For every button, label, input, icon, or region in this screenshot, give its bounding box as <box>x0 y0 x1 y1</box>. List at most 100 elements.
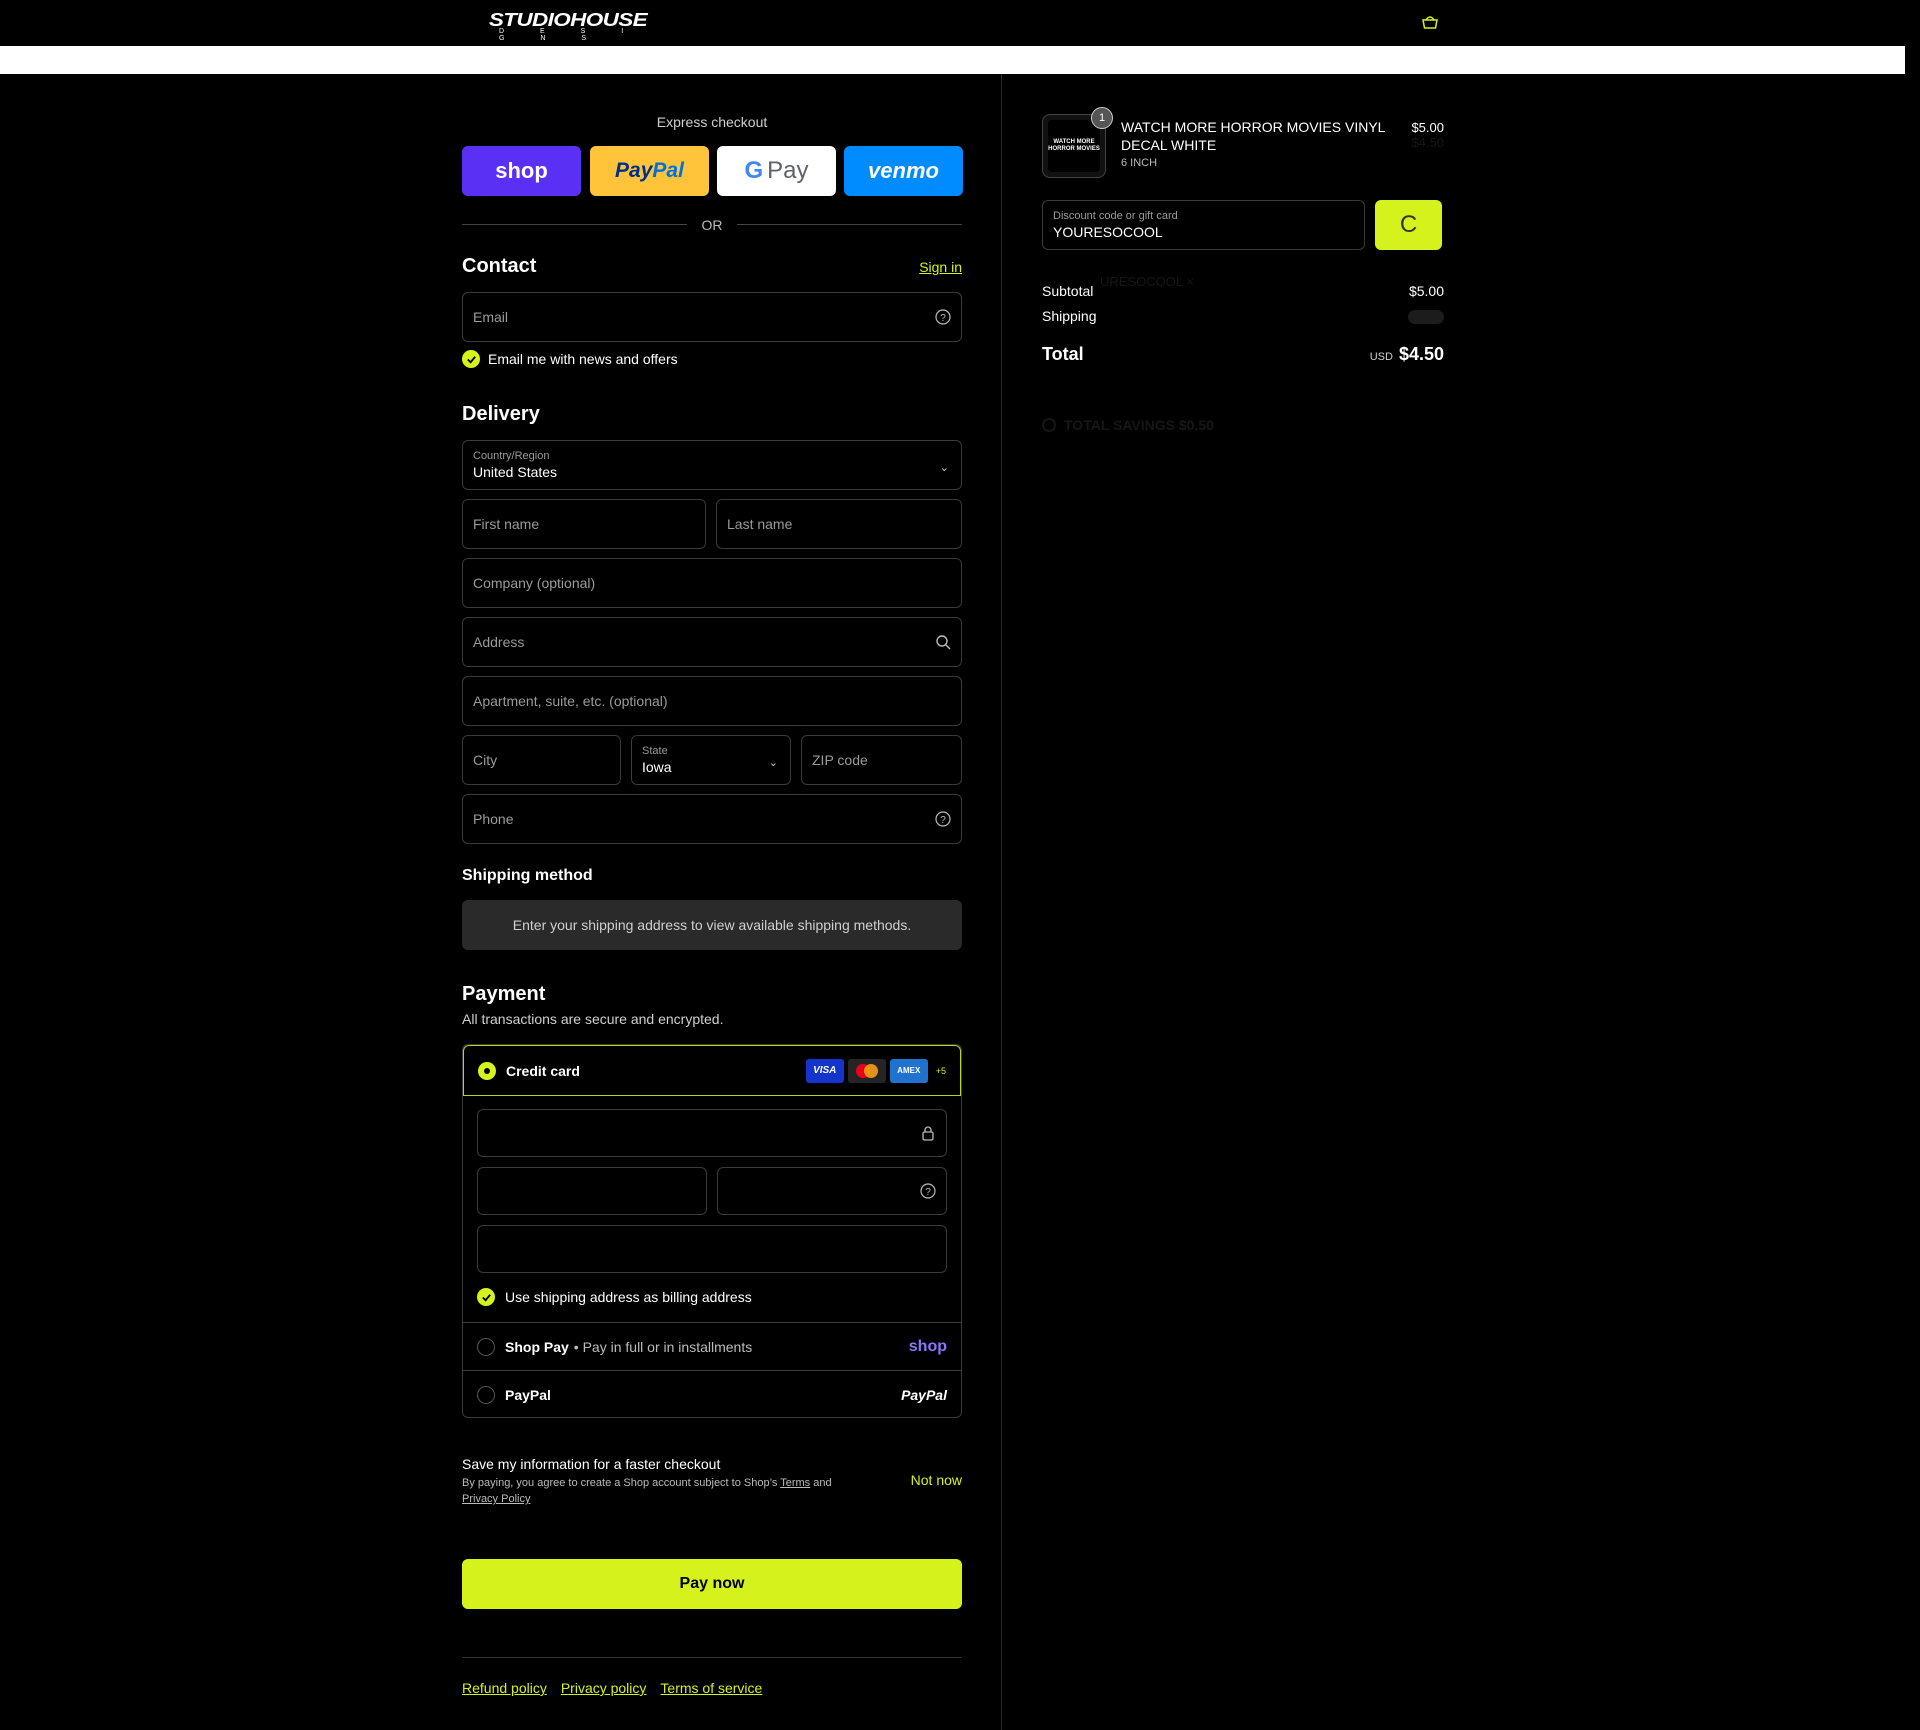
product-name: WATCH MORE HORROR MOVIES VINYL DECAL WHI… <box>1121 119 1385 153</box>
zip-field[interactable]: ZIP code <box>801 735 962 785</box>
help-icon[interactable]: ? <box>935 309 951 325</box>
payment-heading: Payment <box>462 983 546 1005</box>
email-field[interactable]: Email ? <box>462 292 962 342</box>
credit-card-radio[interactable] <box>478 1061 496 1080</box>
save-info-and: and <box>813 1477 832 1489</box>
phone-placeholder: Phone <box>473 811 514 827</box>
total-value: $4.50 <box>1398 344 1444 364</box>
cart-icon[interactable] <box>1420 14 1440 30</box>
city-field[interactable]: City <box>462 735 621 785</box>
brand-wordmark: STUDIOHOUSE <box>488 10 648 30</box>
savings-tag-icon <box>1042 418 1056 432</box>
svg-text:?: ? <box>940 313 946 324</box>
google-pay-express-button[interactable]: G Pay <box>717 146 836 196</box>
news-checkbox-row[interactable]: Email me with news and offers <box>462 350 678 368</box>
company-field[interactable]: Company (optional) <box>462 558 962 608</box>
credit-card-label: Credit card <box>506 1062 580 1079</box>
or-divider: OR <box>462 214 962 234</box>
search-icon <box>936 635 951 650</box>
billing-checkbox-row[interactable]: Use shipping address as billing address <box>477 1288 752 1306</box>
express-checkout-title: Express checkout <box>656 114 768 130</box>
shipping-placeholder <box>1408 310 1444 324</box>
save-info-title: Save my information for a faster checkou… <box>462 1456 721 1472</box>
email-placeholder: Email <box>473 309 509 325</box>
last-name-field[interactable]: Last name <box>716 499 962 549</box>
svg-text:?: ? <box>925 1187 931 1198</box>
country-label: Country/Region <box>473 450 550 462</box>
shop-pay-option[interactable]: Shop Pay • Pay in full or in installment… <box>463 1322 961 1370</box>
footer-links: Refund policy Privacy policy Terms of se… <box>462 1680 762 1696</box>
total-label: Total <box>1042 344 1084 364</box>
subtotal-label: Subtotal <box>1042 283 1094 299</box>
sign-in-link[interactable]: Sign in <box>919 259 962 275</box>
shop-pay-label: shop <box>495 158 548 183</box>
top-header: STUDIOHOUSE D E S I G N S <box>0 0 1920 46</box>
shop-terms-link[interactable]: Terms <box>780 1477 810 1489</box>
country-select[interactable]: Country/Region United States ⌄ <box>462 440 962 490</box>
column-divider <box>1001 74 1002 1730</box>
card-number-field[interactable] <box>477 1109 947 1157</box>
paypal-radio[interactable] <box>477 1385 495 1404</box>
brand-logo[interactable]: STUDIOHOUSE D E S I G N S <box>463 10 673 42</box>
shipping-method-message: Enter your shipping address to view avai… <box>462 900 962 950</box>
delivery-heading: Delivery <box>462 403 540 425</box>
google-pay-label: Pay <box>767 157 809 184</box>
phone-field[interactable]: Phone ? <box>462 794 962 844</box>
contact-heading: Contact <box>462 255 537 277</box>
chevron-down-icon: ⌄ <box>768 757 778 769</box>
news-checkbox[interactable] <box>462 350 480 368</box>
discount-code-value: YOURESOCOOL <box>1053 224 1163 240</box>
shop-privacy-link[interactable]: Privacy Policy <box>462 1493 530 1505</box>
terms-of-service-link[interactable]: Terms of service <box>660 1680 762 1696</box>
card-expiry-field[interactable] <box>477 1167 707 1215</box>
paypal-label-b: Pal <box>652 159 684 182</box>
lock-icon <box>922 1126 934 1141</box>
shop-pay-express-button[interactable]: shop <box>462 146 581 196</box>
more-cards-badge: +5 <box>935 1065 946 1076</box>
total-amount: USD $4.50 <box>1370 344 1444 365</box>
paypal-option[interactable]: PayPal PayPal <box>463 1370 961 1418</box>
help-icon[interactable]: ? <box>920 1183 936 1199</box>
shop-pay-description: • Pay in full or in installments <box>573 1338 753 1355</box>
svg-text:?: ? <box>940 815 946 826</box>
product-variant: 6 INCH <box>1121 157 1158 169</box>
paypal-logo: PayPal <box>901 1386 947 1403</box>
mastercard-icon <box>847 1058 886 1083</box>
news-label: Email me with news and offers <box>488 351 678 367</box>
apartment-field[interactable]: Apartment, suite, etc. (optional) <box>462 676 962 726</box>
shipping-method-heading: Shipping method <box>462 867 593 884</box>
address-placeholder: Address <box>473 634 525 650</box>
header-band <box>0 46 1905 74</box>
quantity-badge: 1 <box>1091 107 1113 129</box>
city-placeholder: City <box>473 752 498 768</box>
state-select[interactable]: State Iowa ⌄ <box>631 735 791 785</box>
product-thumbnail-text: WATCH MORE HORROR MOVIES <box>1048 120 1100 172</box>
card-cvv-field[interactable]: ? <box>717 1167 947 1215</box>
chevron-down-icon: ⌄ <box>939 462 949 474</box>
pay-now-button[interactable]: Pay now <box>462 1559 962 1609</box>
payment-methods: Credit card VISA AMEX +5 ? Use shipping … <box>462 1044 962 1418</box>
first-name-field[interactable]: First name <box>462 499 706 549</box>
payment-subtitle: All transactions are secure and encrypte… <box>462 1011 724 1027</box>
venmo-express-button[interactable]: venmo <box>844 146 963 196</box>
help-icon[interactable]: ? <box>935 811 951 827</box>
discount-code-label: Discount code or gift card <box>1053 210 1178 222</box>
apply-discount-button[interactable]: C <box>1375 200 1442 250</box>
brand-subtitle: D E S I G N S <box>499 28 641 42</box>
shop-logo: shop <box>908 1337 947 1355</box>
credit-card-option[interactable]: Credit card VISA AMEX +5 <box>463 1045 961 1096</box>
address-field[interactable]: Address <box>462 617 962 667</box>
card-name-field[interactable] <box>477 1225 947 1273</box>
shop-pay-radio[interactable] <box>477 1337 495 1356</box>
product-thumbnail: WATCH MORE HORROR MOVIES 1 <box>1042 107 1113 178</box>
visa-icon: VISA <box>805 1058 844 1083</box>
or-text: OR <box>701 217 723 233</box>
billing-checkbox[interactable] <box>477 1288 495 1306</box>
save-info-text: By paying, you agree to create a Shop ac… <box>462 1475 882 1507</box>
not-now-button[interactable]: Not now <box>911 1472 962 1488</box>
paypal-express-button[interactable]: Pay Pal <box>590 146 709 196</box>
privacy-policy-link[interactable]: Privacy policy <box>561 1680 647 1696</box>
discount-code-field[interactable]: Discount code or gift card YOURESOCOOL <box>1042 200 1365 250</box>
refund-policy-link[interactable]: Refund policy <box>462 1680 547 1696</box>
total-savings-text: TOTAL SAVINGS $0.50 <box>1064 417 1214 433</box>
